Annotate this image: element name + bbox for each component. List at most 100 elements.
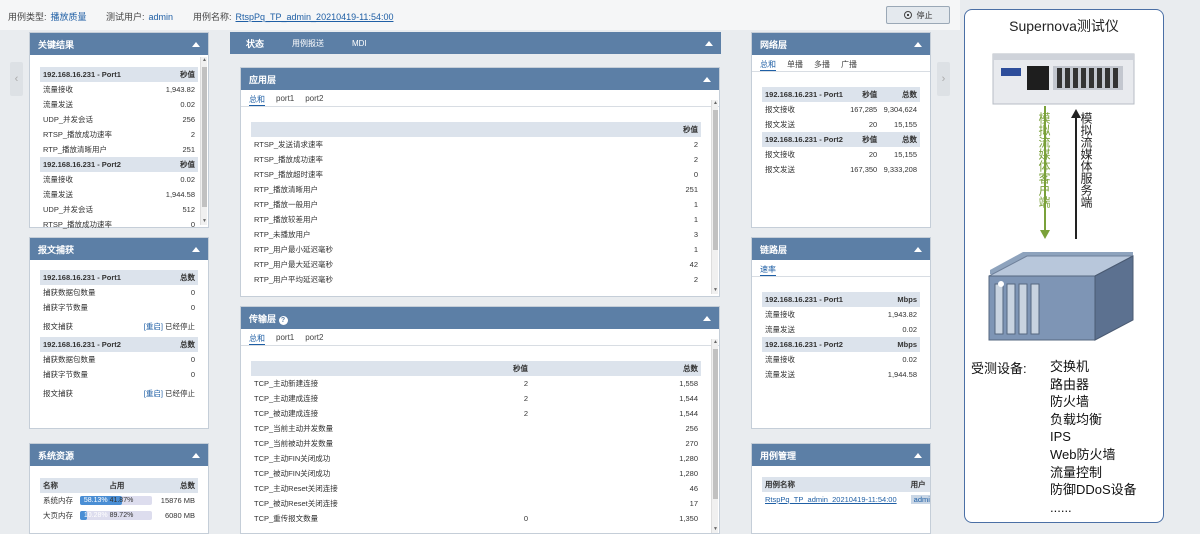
- dut-item: 路由器: [1050, 376, 1090, 392]
- case-mgmt-header[interactable]: 用例管理: [752, 444, 930, 466]
- group-header: 192.168.16.231 - Port1: [40, 270, 134, 285]
- scrollbar[interactable]: ▲ ▼: [200, 57, 207, 225]
- dut-graphic: [988, 255, 1134, 341]
- tab-total[interactable]: 总和: [249, 333, 265, 345]
- tab-total[interactable]: 总和: [760, 59, 776, 71]
- table-row: RTP_播放清晰用户 251: [43, 145, 195, 154]
- tab-port2[interactable]: port2: [305, 333, 323, 345]
- collapse-icon[interactable]: [914, 246, 922, 252]
- capture-table: 192.168.16.231 - Port1 总数 捕获数据包数量 0 捕获字节数量 0 报…: [40, 270, 198, 404]
- key-results-header[interactable]: 关键结果: [30, 33, 208, 55]
- tab-case-report[interactable]: 用例报送: [292, 38, 324, 49]
- dut-item: 流量控制: [1050, 464, 1103, 480]
- app-layer-panel: 应用层 总和 port1 port2 秒值 RTSP_发送请求速率 2 RTSP_播放…: [240, 67, 720, 297]
- group-header: 192.168.16.231 - Port2: [762, 337, 874, 352]
- link-layer-header[interactable]: 链路层: [752, 238, 930, 260]
- table-row: RTSP_播放超时速率 0: [254, 170, 698, 179]
- tab-port2[interactable]: port2: [305, 94, 323, 106]
- sysres-header[interactable]: 系统资源: [30, 444, 208, 466]
- link-layer-tabs: 速率: [752, 260, 930, 277]
- collapse-icon[interactable]: [703, 76, 711, 82]
- tab-port1[interactable]: port1: [276, 333, 294, 345]
- table-row: TCP_主动Reset关闭连接 46: [254, 484, 698, 493]
- table-row: 流量接收 1,943.82: [43, 85, 195, 94]
- help-icon[interactable]: ?: [278, 315, 288, 325]
- tab-mdi[interactable]: MDI: [352, 39, 367, 48]
- table-row: TCP_被动建成连接 2 1,544: [254, 409, 698, 418]
- case-type: 用例类型: 播放质量: [8, 12, 87, 22]
- restart-link[interactable]: [重启]: [144, 389, 163, 398]
- restart-link[interactable]: [重启]: [144, 322, 163, 331]
- table-row: RTP_播放较差用户 1: [254, 215, 698, 224]
- tab-multicast[interactable]: 多播: [814, 59, 830, 71]
- table-row: 报文接收 167,285 9,304,624: [765, 105, 917, 114]
- collapse-icon[interactable]: [914, 452, 922, 458]
- tab-rate[interactable]: 速率: [760, 264, 776, 276]
- app-layer-table: 秒值 RTSP_发送请求速率 2 RTSP_播放成功速率 2 RTSP_播放超时速率 0 RT…: [251, 122, 701, 287]
- collapse-icon[interactable]: [192, 246, 200, 252]
- collapse-icon[interactable]: [705, 40, 713, 46]
- dut-item: 交换机: [1050, 359, 1090, 374]
- case-type-value: 播放质量: [50, 12, 87, 22]
- nav-right-arrow[interactable]: ›: [937, 62, 950, 96]
- table-row: 报文发送 167,350 9,333,208: [765, 165, 917, 174]
- capture-panel: 报文捕获 192.168.16.231 - Port1 总数 捕获数据包数量 0 捕获字…: [29, 237, 209, 429]
- table-row: UDP_并发会话 512: [43, 205, 195, 214]
- dut-list: 交换机 路由器 防火墙 负载均衡 IPS Web防火墙 流量控制 防御DDoS设备......: [1050, 358, 1137, 516]
- dut-item: ......: [1050, 499, 1072, 515]
- test-user: 测试用户: admin: [106, 12, 174, 22]
- table-row: TCP_被动FIN关闭成功 1,280: [254, 469, 698, 478]
- app-layer-header[interactable]: 应用层: [241, 68, 719, 90]
- table-row: RTP_播放一般用户 1: [254, 200, 698, 209]
- table-row: 捕获数据包数量 0: [43, 355, 195, 364]
- dut-item: 防火墙: [1050, 394, 1090, 410]
- table-row: RTP_未播放用户 3: [254, 230, 698, 239]
- col-case-name: 用例名称: [762, 477, 908, 492]
- table-row: TCP_被动Reset关闭连接 17: [254, 499, 698, 508]
- transport-layer-header[interactable]: 传输层 ?: [241, 307, 719, 329]
- stop-button[interactable]: 停止: [886, 6, 950, 24]
- tab-total[interactable]: 总和: [249, 94, 265, 106]
- diagram-graphic: [990, 53, 1135, 274]
- collapse-icon[interactable]: [914, 41, 922, 47]
- sysres-table: 名称 占用 总数 系统内存 58.13% 41.87% 15876 MB 大页内存 10.28…: [40, 478, 198, 523]
- key-results-panel: 关键结果 192.168.16.231 - Port1 秒值 流量接收 1,943.8…: [29, 32, 209, 229]
- collapse-icon[interactable]: [703, 315, 711, 321]
- table-row: 流量发送 1,944.58: [765, 370, 917, 379]
- collapse-icon[interactable]: [192, 452, 200, 458]
- case-link[interactable]: RtspPq_TP_admin_20210419-11:54:00: [762, 492, 908, 507]
- table-row: RTP_用户平均延迟毫秒 2: [254, 275, 698, 284]
- net-layer-header[interactable]: 网络层: [752, 33, 930, 55]
- server-label: 模拟流媒体服务端: [1079, 112, 1093, 208]
- top-bar: 用例类型: 播放质量 测试用户: admin 用例名称: RtspPq_TP_admi…: [0, 0, 960, 30]
- dut-item: Web防火墙: [1050, 446, 1116, 462]
- dut-item: 防御DDoS设备: [1050, 482, 1137, 498]
- table-row: RTSP_发送请求速率 2: [254, 140, 698, 149]
- transport-layer-panel: 传输层 ? 总和 port1 port2 秒值 总数 TCP_主动新建连接 2 1,55…: [240, 306, 720, 534]
- table-row: TCP_主动新建连接 2 1,558: [254, 379, 698, 388]
- case-name-link[interactable]: RtspPq_TP_admin_20210419-11:54:00: [236, 12, 394, 22]
- group-header: 192.168.16.231 - Port1: [40, 67, 152, 82]
- user-badge: admin: [910, 495, 930, 504]
- tab-broadcast[interactable]: 广播: [841, 59, 857, 71]
- table-row: 系统内存 58.13% 41.87% 15876 MB: [43, 496, 195, 506]
- nav-left-arrow[interactable]: ‹: [10, 62, 23, 96]
- tab-port1[interactable]: port1: [276, 94, 294, 106]
- group-header: 192.168.16.231 - Port2: [40, 337, 134, 352]
- scrollbar[interactable]: ▲ ▼: [711, 100, 718, 294]
- tab-unicast[interactable]: 单播: [787, 59, 803, 71]
- capture-header[interactable]: 报文捕获: [30, 238, 208, 260]
- scrollbar[interactable]: ▲ ▼: [711, 339, 718, 533]
- table-row: 报文发送 20 15,155: [765, 120, 917, 129]
- col-user: 用户: [907, 477, 930, 492]
- table-row: RTSP_播放成功速率 0: [43, 220, 195, 229]
- transport-layer-tabs: 总和 port1 port2: [241, 329, 719, 346]
- capture-status: 已经停止: [165, 388, 195, 398]
- group-header: 192.168.16.231 - Port2: [762, 132, 847, 147]
- collapse-icon[interactable]: [192, 41, 200, 47]
- tab-status[interactable]: 状态: [246, 37, 264, 50]
- diagram-panel: Supernova测试仪 模拟流媒体客户端 模拟流媒体服务端 受测设备: 交换机…: [964, 9, 1164, 523]
- case-mgmt-panel: 用例管理 用例名称 用户 RtspPq_TP_admin_20210419-11:…: [751, 443, 931, 534]
- link-layer-table: 192.168.16.231 - Port1 Mbps 流量接收 1,943.82 流量…: [762, 292, 920, 382]
- table-row: 捕获字节数量 0: [43, 303, 195, 312]
